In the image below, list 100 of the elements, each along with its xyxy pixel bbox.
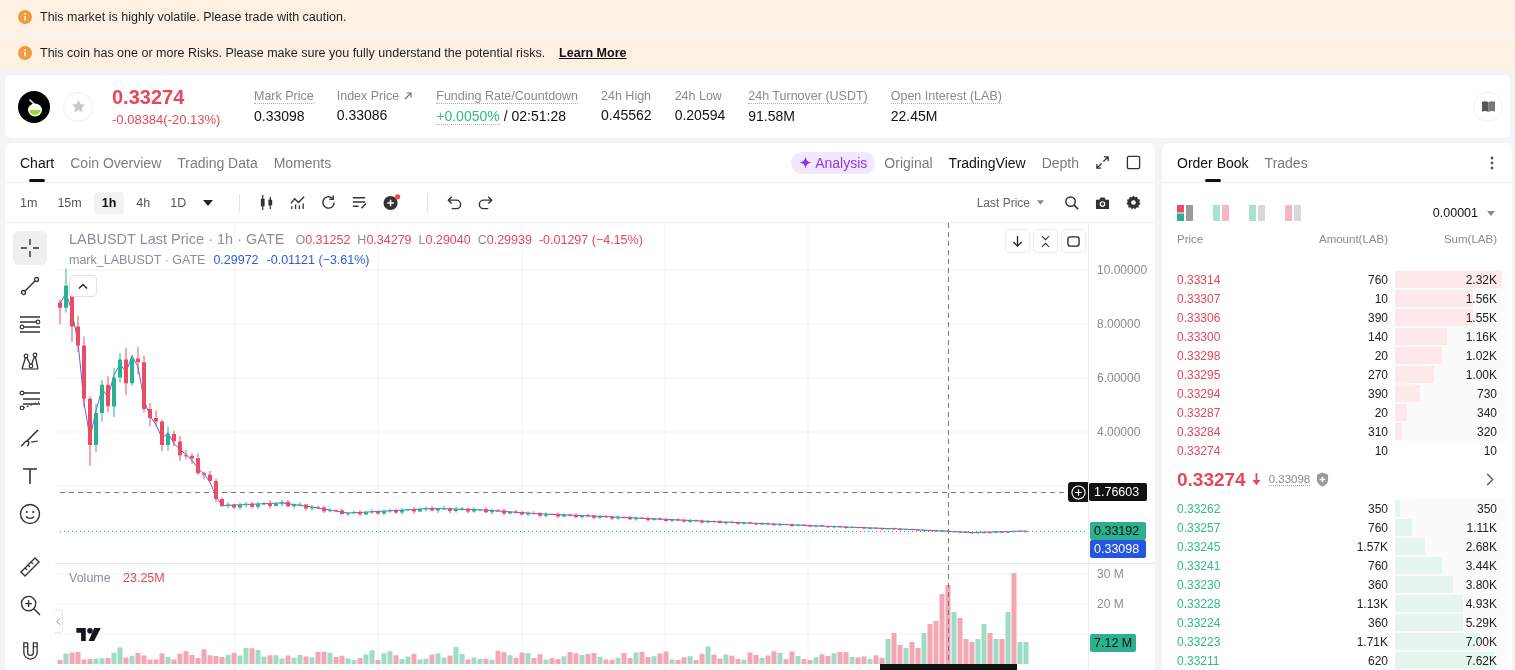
interval-tab[interactable]: 1h [93, 191, 125, 214]
camera-icon[interactable] [1095, 195, 1110, 210]
indicator-chart-icon[interactable] [289, 194, 307, 211]
ask-sum: 1.55K [1465, 310, 1497, 325]
chart-tab[interactable]: Moments [273, 143, 332, 182]
chart-tab[interactable]: Trading Data [177, 143, 258, 182]
stat-value: 91.58M [748, 107, 795, 124]
refresh-icon[interactable] [320, 194, 338, 211]
bid-amount: 360 [1367, 577, 1388, 592]
ask-amount: 20 [1374, 405, 1388, 420]
ask-price: 0.33287 [1177, 405, 1222, 420]
chart-tab[interactable]: Chart [20, 143, 55, 182]
crosshair-price-tag: 1.76603 [1089, 483, 1148, 501]
stat-label[interactable]: 24h Turnover (USDT) [748, 88, 868, 104]
countdown-value: / 02:51:28 [503, 108, 566, 124]
list-edit-icon[interactable] [351, 194, 369, 211]
ask-amount: 760 [1367, 272, 1388, 287]
ask-price: 0.33307 [1177, 291, 1222, 306]
ask-sum: 10 [1483, 443, 1497, 458]
bid-sum: 7.62K [1465, 653, 1497, 668]
bid-sum: 7.00K [1465, 634, 1497, 649]
chart-tab[interactable]: Coin Overview [70, 143, 162, 182]
learn-more-link[interactable]: Learn More [559, 46, 627, 60]
chevron-right-icon[interactable] [1486, 473, 1494, 486]
ask-amount: 270 [1367, 367, 1388, 382]
settings-icon[interactable] [1126, 195, 1141, 210]
interval-tab[interactable]: 1D [162, 191, 195, 214]
bid-amount: 1.13K [1356, 596, 1388, 611]
horizontal-lines-icon [19, 314, 41, 334]
stat-value: 0.45562 [601, 106, 652, 123]
order-book-tab[interactable]: Order Book [1177, 143, 1249, 182]
chart-view-tab[interactable]: Original [884, 143, 933, 182]
banner-text: This market is highly volatile. Please trade with caution. [40, 9, 347, 24]
analysis-button[interactable]: Analysis [791, 151, 876, 174]
crosshair-icon [20, 238, 40, 258]
bid-price: 0.33224 [1177, 615, 1222, 630]
caret-down-icon[interactable] [203, 199, 214, 206]
mark-series-value: 0.29972 [213, 253, 259, 267]
external-link-icon[interactable] [403, 90, 414, 101]
bid-amount: 760 [1367, 520, 1388, 535]
order-book-tab[interactable]: Trades [1264, 143, 1308, 182]
search-icon[interactable] [1064, 195, 1079, 210]
chart-view-tab[interactable]: TradingView [948, 143, 1026, 182]
bid-price: 0.33257 [1177, 520, 1222, 535]
guide-button[interactable] [1473, 91, 1503, 122]
bid-sum: 1.11K [1466, 520, 1497, 535]
book-icon [1480, 100, 1496, 113]
stat-value: 0.20594 [674, 106, 726, 123]
interval-tab[interactable]: 1m [12, 191, 46, 214]
funding-rate-value[interactable]: +0.0050% [436, 107, 500, 125]
bid-sum: 2.68K [1465, 539, 1497, 554]
drawing-tool-button[interactable] [13, 231, 47, 265]
stat-label[interactable]: Index Price [336, 88, 400, 103]
ask-sum: 1.02K [1465, 348, 1497, 363]
stat-value: 0.33086 [336, 106, 388, 123]
crosshair-plus-button[interactable] [1068, 482, 1088, 502]
legend-collapse-button[interactable] [69, 275, 97, 297]
mark-series-change: -0.01121 (−3.61%) [266, 253, 370, 267]
panel-collapse-handle[interactable] [55, 609, 63, 633]
precision-dropdown[interactable]: 0.00001 [1432, 206, 1495, 220]
stat-label[interactable]: Funding Rate/Countdown [436, 88, 579, 104]
ask-amount: 10 [1374, 443, 1388, 458]
ohlc-label: H [357, 233, 367, 247]
bid-price: 0.33223 [1177, 634, 1222, 649]
ohlc-label: O [295, 233, 306, 247]
text-tool-icon [20, 466, 40, 486]
price-source-dropdown[interactable]: Last Price [976, 195, 1044, 210]
stat-label[interactable]: Open Interest (LAB) [890, 88, 1002, 104]
mark-price[interactable]: 0.33098 [1268, 473, 1311, 486]
both-sides-layout-icon[interactable] [1177, 205, 1195, 221]
undo-icon[interactable] [446, 194, 464, 211]
chart-control-button[interactable] [1005, 229, 1030, 253]
bid-amount: 1.57K [1356, 539, 1388, 554]
ask-amount: 140 [1367, 329, 1388, 344]
stat-label[interactable]: Mark Price [254, 88, 314, 104]
more-icon[interactable] [1490, 155, 1494, 170]
plus-circle-icon [1070, 484, 1086, 500]
add-indicator-icon[interactable] [382, 194, 402, 211]
redo-icon[interactable] [477, 194, 495, 211]
volume-label: Volume [69, 571, 111, 585]
chart-control-button[interactable] [1061, 229, 1086, 253]
ohlc-value: 0.29939 [486, 233, 532, 247]
ruler-icon [19, 556, 41, 578]
expand-icon[interactable] [1095, 155, 1110, 170]
price-axis-label: 6.00000 [1097, 370, 1141, 386]
square-icon[interactable] [1126, 155, 1141, 170]
chart-view-tab[interactable]: Depth [1041, 143, 1079, 182]
chart-control-button[interactable] [1033, 229, 1058, 253]
price-change: -0.08384(-20.13%) [112, 112, 222, 127]
bid-amount: 1.71K [1356, 634, 1388, 649]
chart-logo-icon [76, 627, 103, 642]
column-header: Price [1177, 233, 1205, 245]
bid-sum: 5.29K [1465, 615, 1497, 630]
ask-amount: 390 [1367, 386, 1388, 401]
interval-tab[interactable]: 4h [128, 191, 159, 214]
shield-plus-icon[interactable] [1316, 472, 1330, 487]
interval-tab[interactable]: 15m [49, 191, 90, 214]
ask-sum: 1.16K [1465, 329, 1497, 344]
ask-amount: 310 [1367, 424, 1388, 439]
caret-down-icon [1487, 210, 1495, 216]
